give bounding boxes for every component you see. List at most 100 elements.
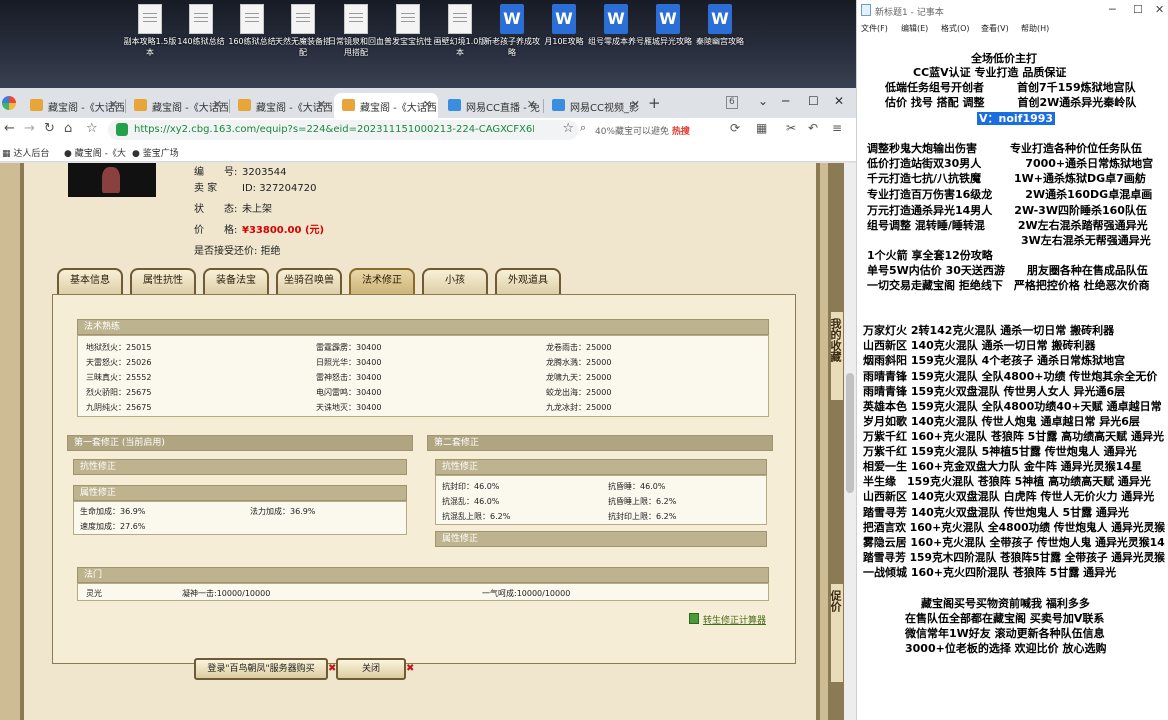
famen-cell: 一气呵成:10000/10000 (482, 589, 571, 598)
menu-edit[interactable]: 编辑(E) (901, 23, 928, 34)
close-icon[interactable]: ✕ (631, 98, 640, 111)
close-icon[interactable]: ✕ (317, 98, 326, 111)
text-line: 调整秒鬼大炮输出伤害 专业打造各种价位任务队伍 (867, 142, 1142, 155)
menu-file[interactable]: 文件(F) (861, 23, 888, 34)
desktop-icon[interactable]: W 雁城异光攻略 (640, 4, 696, 74)
desktop-icon-label: 副本攻略1.5版本 (123, 37, 177, 57)
scissors-icon[interactable]: ✂ (786, 121, 796, 135)
text-line: 雨晴青锋 159克火双盘混队 传世男人女人 异光通6层 (863, 385, 1126, 398)
tab-basic-info[interactable]: 基本信息 (57, 268, 123, 294)
text-line: 单号5W内估价 30天送西游 朋友圈各种在售成品队伍 (867, 264, 1148, 277)
close-window-icon[interactable]: ✕ (834, 94, 844, 108)
desktop-icon[interactable]: 140练狱总结 (173, 4, 229, 74)
desktop-icon[interactable]: 画壁幻境1.0版本 (432, 4, 488, 74)
refresh-icon[interactable]: ⟳ (730, 121, 740, 135)
desktop-icon[interactable]: W 组号零成本养号 (588, 4, 644, 74)
status-row: 状 态: 未上架 (194, 200, 272, 215)
close-button[interactable]: 关闭 (336, 658, 406, 680)
close-icon[interactable]: ✕ (527, 98, 536, 111)
address-bar[interactable]: https://xy2.cbg.163.com/equip?s=224&eid=… (108, 120, 578, 140)
browser-tab[interactable]: 网易CC视频_影 ✕ (544, 93, 646, 118)
tab-equipment[interactable]: 装备法宝 (203, 268, 269, 294)
bookmark-star-icon[interactable]: ☆ (86, 121, 98, 136)
proficiency-cell: 雷霆霹雳：30400 (316, 343, 382, 352)
text-line: 半生缘 159克火混队 苍狼阵 5神植 高功绩高天赋 通异光 (863, 475, 1151, 488)
reload-icon[interactable]: ↻ (44, 121, 55, 136)
id-partial: 编 号: 3203544 (194, 167, 287, 178)
tab-attributes[interactable]: 属性抗性 (130, 268, 196, 294)
browser-tab[interactable]: 藏宝阁 -《大话西 ✕ (126, 93, 228, 118)
browser-logo-icon[interactable] (2, 96, 16, 110)
browser-window: 藏宝阁 -《大话西 ✕ 藏宝阁 -《大话西 ✕ 藏宝阁 -《大话西 ✕ 藏宝阁 -《大… (0, 88, 856, 720)
search-hint[interactable]: 40%藏宝可以避免 热搜 (595, 124, 690, 137)
set1-resist-header: 抗性修正 (73, 459, 407, 475)
desktop-icon[interactable]: W 新老孩子养成攻略 (484, 4, 540, 74)
notepad-text-area[interactable]: 全场低价主打 CC蓝V认证 专业打造 品质保证 低端任务组号开创者 首创7千15… (857, 40, 1168, 720)
text-line: 一战倾城 160+克火四阶混队 苍狼阵 5甘露 通异光 (863, 566, 1117, 579)
selected-text: V：noif1993 (977, 112, 1056, 125)
maximize-icon[interactable]: ☐ (808, 94, 819, 108)
desktop-icon[interactable]: 日常镜泉和回血甩搭配 (328, 4, 384, 74)
desktop-icon[interactable]: 副本攻略1.5版本 (122, 4, 178, 74)
tab-mounts-pets[interactable]: 坐骑召唤兽 (276, 268, 342, 294)
word-document-icon: W (708, 4, 732, 34)
favorites-side-tab[interactable]: 我的收藏 (829, 311, 844, 401)
page-scrollbar[interactable] (844, 163, 856, 720)
browser-tab[interactable]: 网易CC直播 - 免 ✕ (440, 93, 542, 118)
maximize-icon[interactable]: ☐ (1133, 3, 1143, 16)
home-icon[interactable]: ⌂ (64, 121, 72, 136)
grid-icon[interactable]: ▦ (756, 121, 767, 135)
attr-cell: 生命加成：36.9% (80, 507, 146, 516)
menu-format[interactable]: 格式(O) (941, 23, 970, 34)
rebirth-correction-calculator-link[interactable]: 转生修正计算器 (703, 613, 766, 626)
desktop-icon[interactable]: 普发宝宝抗性 (380, 4, 436, 74)
text-line: CC蓝V认证 专业打造 品质保证 (913, 66, 1067, 79)
new-tab-button[interactable]: + (648, 94, 661, 112)
forward-icon[interactable]: → (24, 121, 35, 136)
desktop-icon-label: 天然无魔装备搭配 (275, 37, 331, 57)
url-text[interactable]: https://xy2.cbg.163.com/equip?s=224&eid=… (134, 124, 534, 135)
tab-count-badge[interactable]: 6 (726, 96, 738, 109)
menu-view[interactable]: 查看(V) (981, 23, 1009, 34)
menu-help[interactable]: 帮助(H) (1021, 23, 1049, 34)
scrollbar-thumb[interactable] (846, 373, 854, 493)
proficiency-cell: 电闪雷鸣：30400 (316, 388, 382, 397)
desktop-icon-label: 新老孩子养成攻略 (484, 37, 540, 57)
minimize-icon[interactable]: ─ (1109, 3, 1116, 16)
bookmark-item[interactable]: ▦ 达人后台 (2, 146, 49, 159)
promo-side-tab[interactable]: 促价 (829, 583, 844, 683)
bookmark-item[interactable]: ● 藏宝阁 -《大 (64, 146, 126, 159)
favicon-icon (448, 99, 461, 111)
desktop-icon[interactable]: W 秦陵幽宫攻略 (692, 4, 748, 74)
tab-children[interactable]: 小孩 (422, 268, 488, 294)
browser-tab-active[interactable]: 藏宝阁 -《大话西 ✕ (334, 93, 438, 118)
star-icon[interactable]: ☆ (562, 121, 574, 136)
close-icon[interactable]: ✕ (109, 98, 118, 111)
proficiency-table: 地狱烈火：25015 天雷怒火：25026 三昧真火：25552 烈火骄阳：25… (77, 335, 769, 417)
close-icon[interactable]: ✕ (213, 98, 222, 111)
back-icon[interactable]: ← (4, 121, 15, 136)
bookmark-label: 达人后台 (13, 149, 50, 159)
magnifier-icon[interactable]: ⌕ (580, 121, 586, 135)
buy-button[interactable]: 登录"百鸟朝凤"服务器购买 (194, 658, 328, 680)
tab-appearance[interactable]: 外观道具 (495, 268, 561, 294)
text-file-icon (138, 4, 162, 34)
desktop-icon[interactable]: 天然无魔装备搭配 (275, 4, 331, 74)
browser-tab[interactable]: 藏宝阁 -《大话西 ✕ (22, 93, 124, 118)
notepad-menubar: 文件(F) 编辑(E) 格式(O) 查看(V) 帮助(H) (857, 20, 1168, 36)
secure-shield-icon (116, 123, 128, 136)
set1-attr-header: 属性修正 (73, 485, 407, 501)
undo-icon[interactable]: ↶ (808, 121, 818, 135)
browser-tab[interactable]: 藏宝阁 -《大话西 ✕ (230, 93, 332, 118)
hot-search-badge: 热搜 (671, 127, 690, 137)
chevron-down-icon[interactable]: ⌄ (758, 94, 768, 108)
minimize-icon[interactable]: ─ (782, 94, 789, 108)
close-window-icon[interactable]: ✕ (1155, 3, 1164, 16)
menu-icon[interactable]: ≡ (832, 121, 842, 135)
proficiency-cell: 日照光华：30400 (316, 358, 382, 367)
desktop-icon[interactable]: W 月10E攻略 (536, 4, 592, 74)
close-icon[interactable]: ✕ (423, 98, 432, 111)
desktop-icon[interactable]: 160练狱总结 (224, 4, 280, 74)
tab-spell-correction[interactable]: 法术修正 (349, 268, 415, 294)
bookmark-item[interactable]: ● 鉴宝广场 (132, 146, 179, 159)
